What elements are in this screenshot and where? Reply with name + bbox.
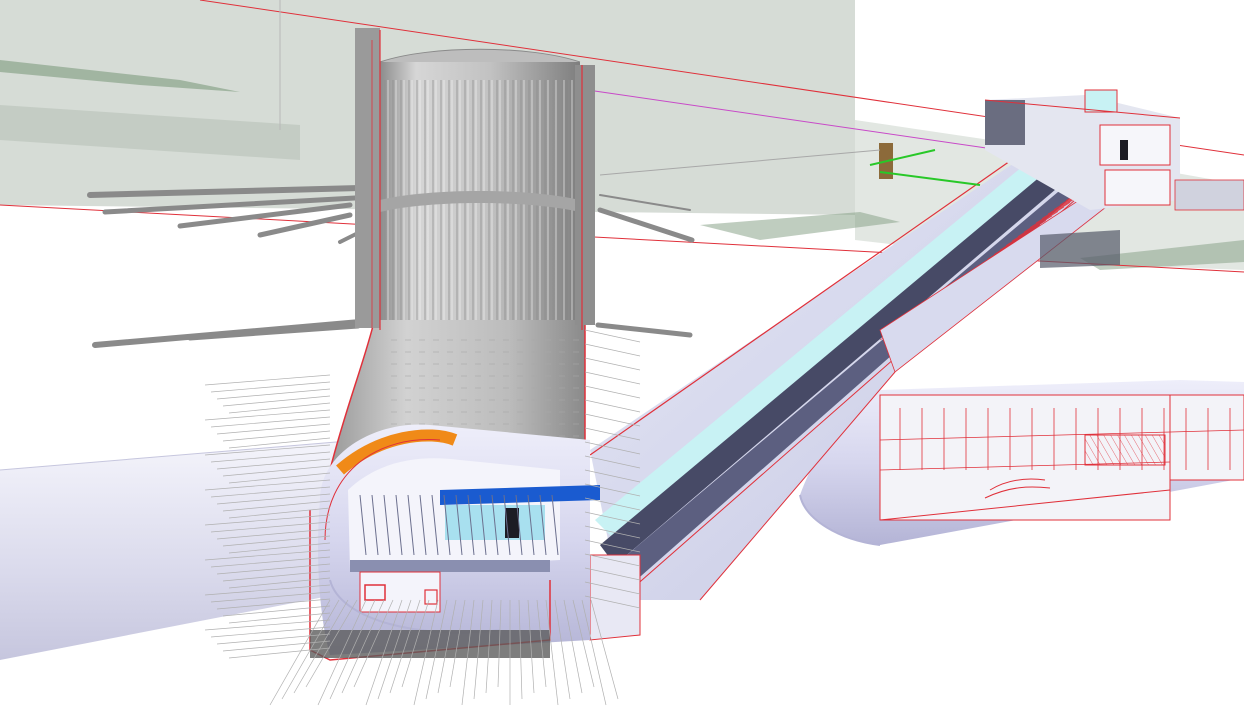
section-line: [584, 343, 641, 357]
section-line: [597, 207, 695, 243]
model-viewport[interactable]: [0, 0, 1244, 708]
section-line: [257, 212, 353, 238]
platform-tunnel: [309, 424, 600, 661]
section-line: [584, 371, 641, 385]
running-tunnel-tube: [0, 439, 361, 660]
bim-section-view: [0, 0, 1244, 706]
section-line: [584, 357, 641, 371]
section-line: [595, 322, 693, 338]
shaft-upper-cylinder: [355, 28, 595, 330]
section-line: [584, 385, 641, 399]
section-line: [584, 399, 641, 413]
section-line: [584, 329, 641, 343]
section-line: [584, 413, 641, 427]
